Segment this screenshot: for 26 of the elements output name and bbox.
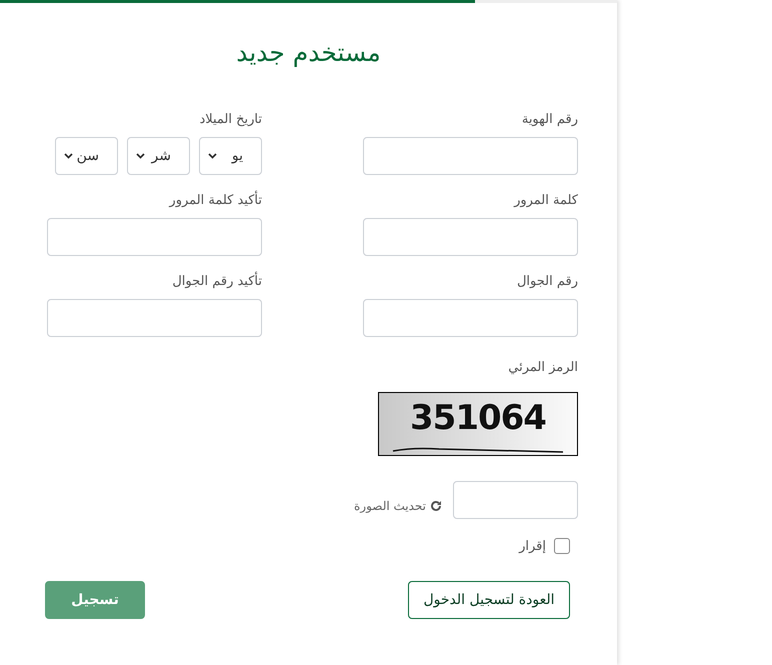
refresh-icon (430, 500, 442, 512)
field-label: تاريخ الميلاد (198, 111, 262, 128)
chevron-down-icon (136, 153, 145, 159)
input-field[interactable] (363, 137, 578, 175)
captcha-input[interactable] (453, 481, 578, 519)
chevron-down-icon (64, 153, 73, 159)
captcha-image: 351064 (378, 392, 578, 456)
refresh-image-link[interactable]: تحديث الصورة (354, 499, 442, 513)
dropdown[interactable]: سن (55, 137, 118, 175)
input-field[interactable] (47, 218, 262, 256)
field-label: كلمة المرور (512, 192, 578, 209)
captcha-label: الرمز المرئي (507, 359, 578, 376)
back-to-login-button[interactable]: العودة لتسجيل الدخول (408, 581, 570, 619)
checkbox-label: إقرار (519, 538, 546, 554)
input-field[interactable] (47, 299, 262, 337)
field-label: رقم الهوية (520, 111, 578, 128)
chevron-down-icon (208, 153, 217, 159)
dropdown[interactable]: يو (199, 137, 262, 175)
field-label: تأكيد رقم الجوال (47, 273, 262, 290)
field-label: تأكيد كلمة المرور (47, 192, 262, 209)
checkbox[interactable] (554, 538, 570, 554)
input-field[interactable] (363, 218, 578, 256)
dropdown[interactable]: شر (127, 137, 190, 175)
page-title: مستخدم جديد (235, 37, 382, 69)
field-label: رقم الجوال (516, 273, 578, 290)
input-field[interactable] (363, 299, 578, 337)
